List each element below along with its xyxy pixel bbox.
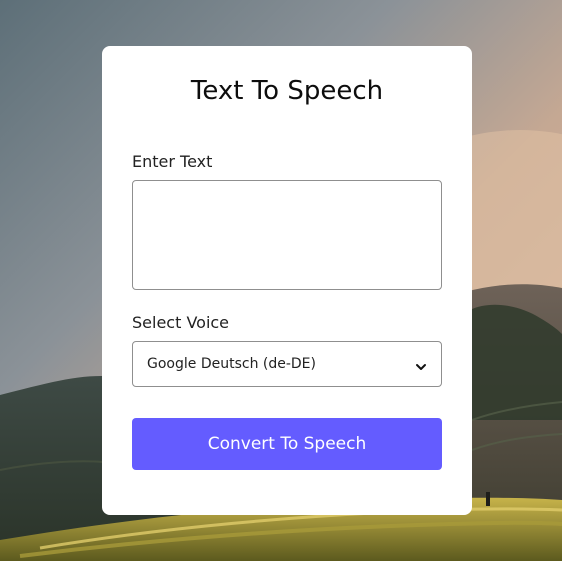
tts-card: Text To Speech Enter Text Select Voice G…	[102, 46, 472, 515]
voice-select[interactable]: Google Deutsch (de-DE)	[132, 341, 442, 387]
select-voice-label: Select Voice	[132, 313, 230, 332]
enter-text-label: Enter Text	[132, 152, 213, 171]
text-input[interactable]	[132, 180, 442, 290]
chevron-down-icon	[415, 358, 427, 370]
voice-select-value: Google Deutsch (de-DE)	[147, 356, 316, 372]
page-title: Text To Speech	[190, 76, 384, 106]
convert-to-speech-button[interactable]: Convert To Speech	[132, 418, 442, 470]
